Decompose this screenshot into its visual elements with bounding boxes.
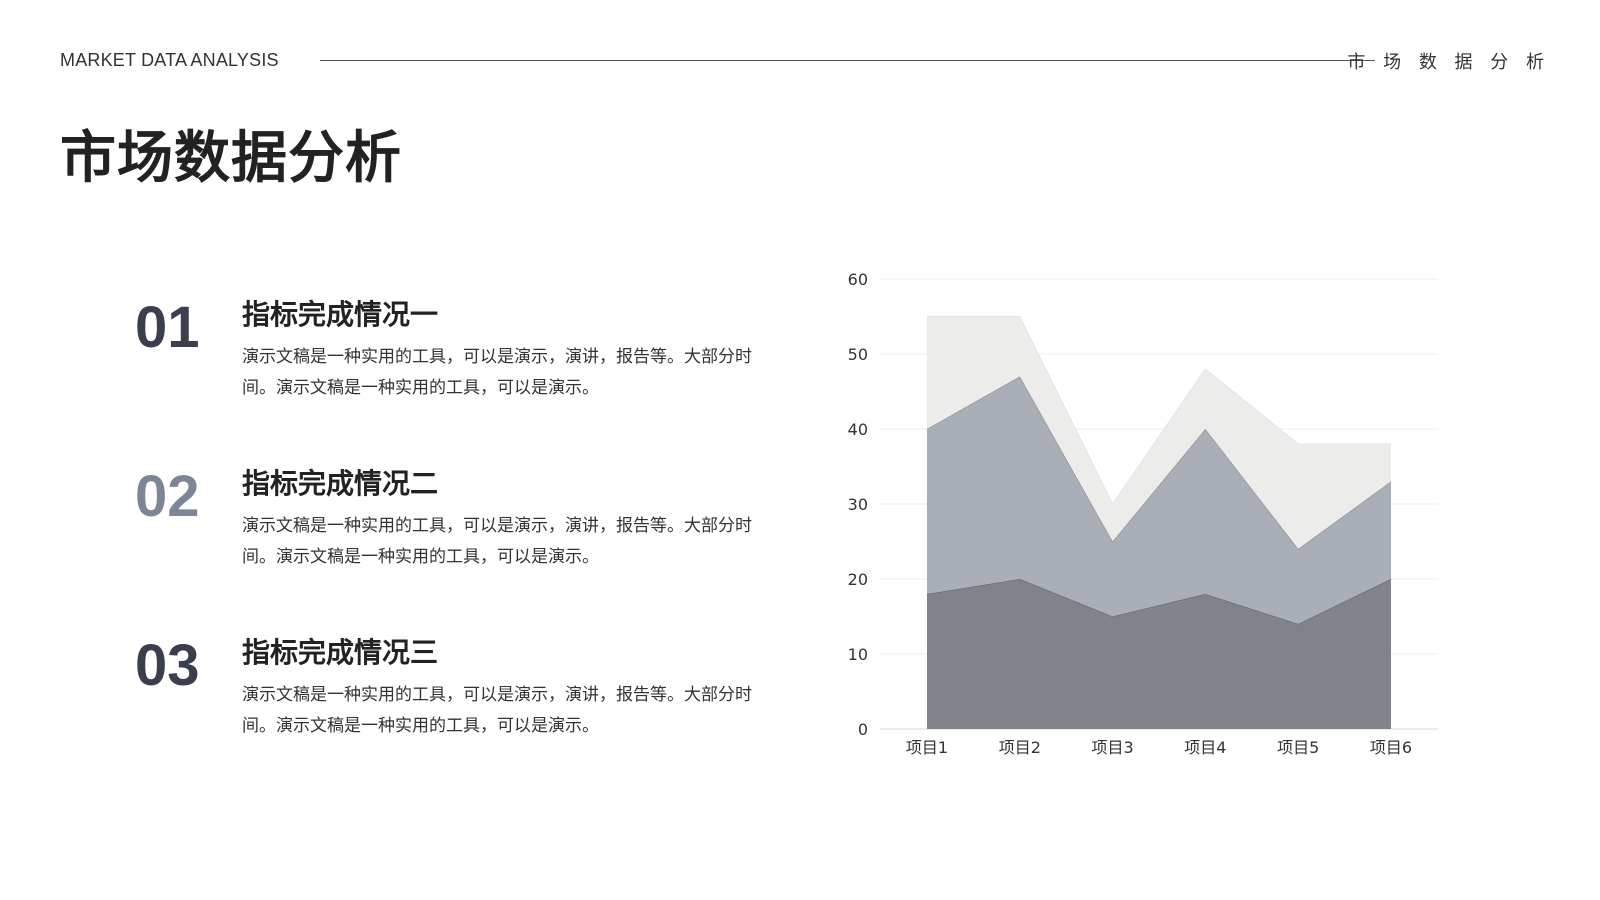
x-tick-label: 项目5	[1277, 738, 1319, 757]
indicator-item-1: 01 指标完成情况一 演示文稿是一种实用的工具，可以是演示，演讲，报告等。大部分…	[130, 298, 790, 418]
y-tick-label: 40	[848, 420, 868, 439]
y-tick-label: 0	[858, 720, 868, 739]
stacked-area-chart: 0 10 20 30 40 50 60 项目1 项目2 项目3 项目4 项目5 项目6	[840, 260, 1480, 780]
indicator-description: 演示文稿是一种实用的工具，可以是演示，演讲，报告等。大部分时间。演示文稿是一种实…	[242, 516, 752, 567]
indicator-title: 指标完成情况二	[242, 467, 439, 500]
header-chinese-title: 市 场 数 据 分 析	[1347, 52, 1550, 73]
indicator-description: 演示文稿是一种实用的工具，可以是演示，演讲，报告等。大部分时间。演示文稿是一种实…	[242, 347, 752, 398]
indicator-title: 指标完成情况三	[242, 636, 439, 669]
indicator-number: 01	[135, 295, 200, 360]
indicator-number: 03	[135, 633, 200, 698]
indicator-item-3: 03 指标完成情况三 演示文稿是一种实用的工具，可以是演示，演讲，报告等。大部分…	[130, 636, 790, 756]
y-tick-label: 30	[848, 495, 868, 514]
x-tick-label: 项目3	[1092, 738, 1134, 757]
indicator-description: 演示文稿是一种实用的工具，可以是演示，演讲，报告等。大部分时间。演示文稿是一种实…	[242, 685, 752, 736]
chart-svg: 0 10 20 30 40 50 60 项目1 项目2 项目3 项目4 项目5 项目6	[848, 270, 1438, 757]
x-tick-label: 项目4	[1184, 738, 1226, 757]
y-tick-label: 10	[848, 645, 868, 664]
indicator-title: 指标完成情况一	[242, 298, 439, 331]
x-tick-label: 项目6	[1370, 738, 1412, 757]
header-divider	[320, 60, 1375, 61]
y-tick-label: 60	[848, 270, 868, 289]
header-english-title: MARKET DATA ANALYSIS	[60, 50, 279, 70]
indicator-number: 02	[135, 464, 200, 529]
x-tick-label: 项目1	[906, 738, 948, 757]
x-tick-label: 项目2	[999, 738, 1041, 757]
y-tick-label: 50	[848, 345, 868, 364]
indicator-item-2: 02 指标完成情况二 演示文稿是一种实用的工具，可以是演示，演讲，报告等。大部分…	[130, 467, 790, 587]
page-title: 市场数据分析	[60, 126, 402, 191]
y-tick-label: 20	[848, 570, 868, 589]
